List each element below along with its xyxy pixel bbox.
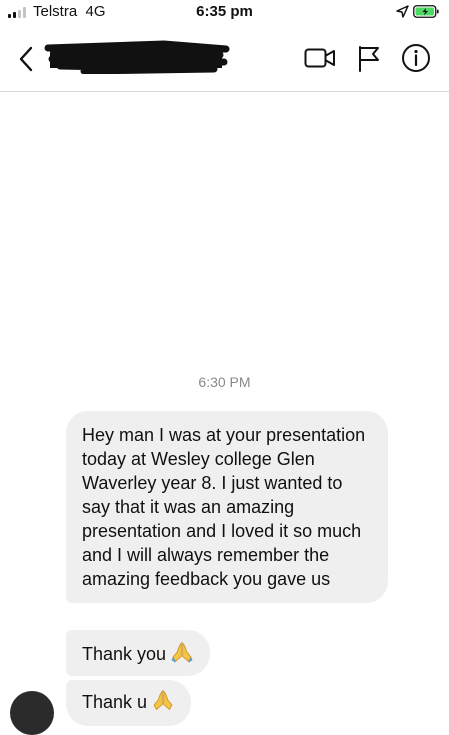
contact-name[interactable] [44, 40, 230, 74]
message-timestamp: 6:30 PM [198, 374, 251, 390]
message-text: Thank you [82, 644, 167, 664]
redaction-scribble [44, 40, 230, 74]
folded-hands-icon [171, 641, 193, 663]
message-bubble[interactable]: Thank u [66, 680, 192, 726]
avatar[interactable] [10, 691, 54, 735]
conversation-header [0, 26, 449, 92]
status-bar: Telstra 4G 6:35 pm [0, 0, 449, 26]
video-camera-icon[interactable] [304, 46, 336, 70]
message-bubble[interactable]: Thank you [66, 630, 211, 676]
location-arrow-icon [396, 5, 409, 18]
message-bubble[interactable]: Hey man I was at your presentation today… [66, 411, 388, 603]
chevron-left-icon[interactable] [14, 44, 40, 74]
info-icon[interactable] [401, 43, 431, 73]
battery-icon [413, 5, 439, 18]
message-text: Thank u [82, 692, 148, 712]
flag-icon[interactable] [357, 44, 381, 72]
status-time: 6:35 pm [196, 3, 253, 20]
folded-hands-icon [153, 689, 173, 711]
message-text: Hey man I was at your presentation today… [82, 425, 366, 589]
